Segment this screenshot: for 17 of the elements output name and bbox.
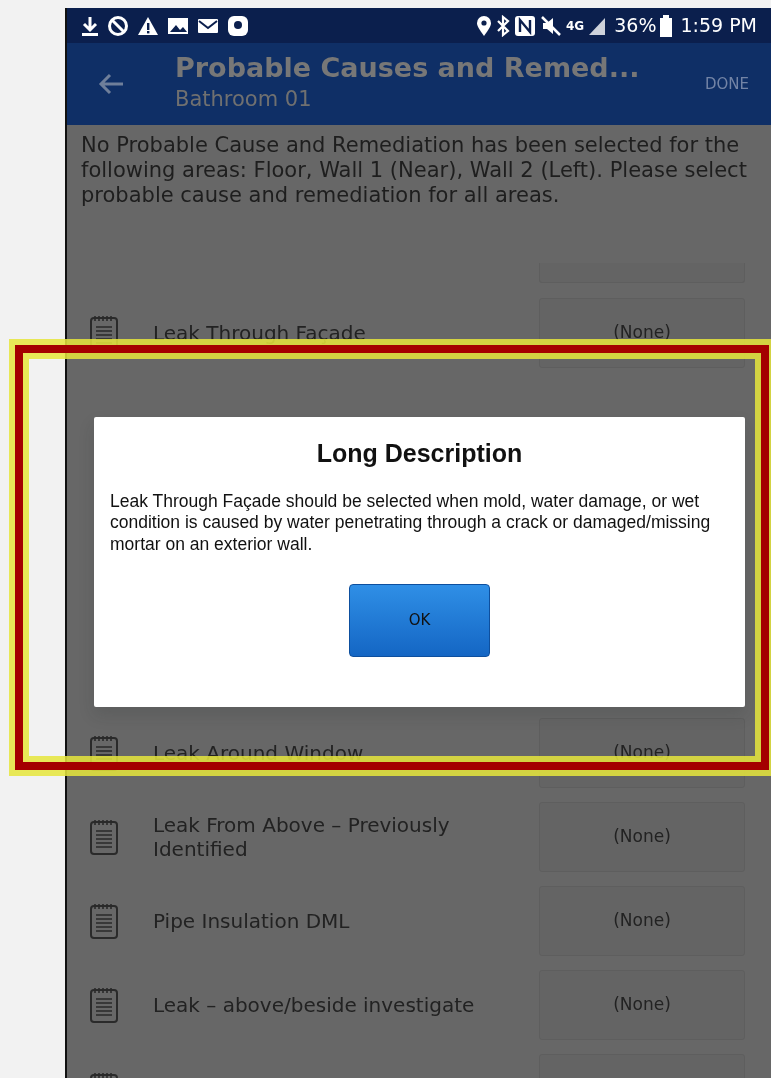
clock: 1:59 PM bbox=[680, 13, 757, 39]
done-button[interactable]: DONE bbox=[704, 72, 749, 96]
network-label: 4G bbox=[566, 17, 585, 35]
ok-button[interactable]: OK bbox=[349, 584, 490, 658]
dialog-title: Long Description bbox=[315, 438, 524, 469]
remediation-select[interactable]: (None) bbox=[539, 970, 745, 1040]
screen-subtitle: Bathroom 01 bbox=[175, 86, 313, 114]
cause-label: Pipe Insulation DML bbox=[152, 909, 351, 933]
battery-percent: 36% bbox=[614, 13, 657, 39]
dialog-text: Leak Through Façade should be selected when mold, water damage, or wet condition is caused by water penetrating through a crack or damaged/missing mortar on an exterior wall. bbox=[110, 490, 712, 557]
cause-label: Leak From Above – Previously Identified bbox=[152, 813, 451, 861]
warning-message: No Probable Cause and Remediation has been selected for the following areas: Floor, Wall 1 (Near), Wall 2 (Left). Please select probable cause and remediation for all areas. bbox=[80, 132, 748, 210]
cause-label: Leak – above/beside investigate bbox=[152, 993, 476, 1017]
cause-label: Leak Through Façade bbox=[152, 321, 367, 345]
screen-title: Probable Causes and Remed... bbox=[175, 52, 640, 85]
remediation-select[interactable]: (None) bbox=[539, 886, 745, 956]
remediation-select[interactable]: (None) bbox=[539, 802, 745, 872]
